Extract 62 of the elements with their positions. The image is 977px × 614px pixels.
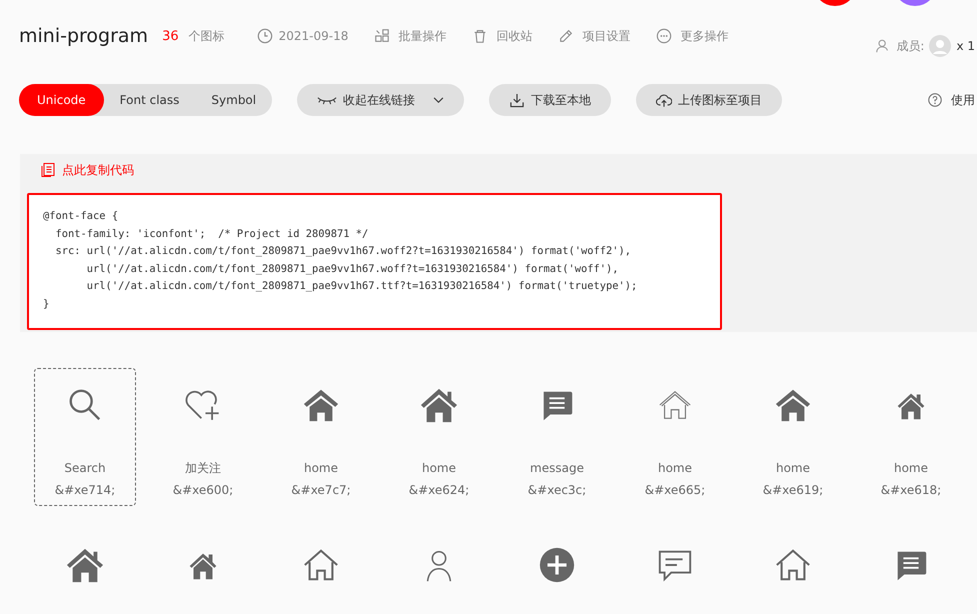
closed-eye-icon [317, 94, 338, 106]
count-label: 个图标 [188, 28, 225, 44]
document-icon [40, 162, 56, 178]
code-line: url('//at.alicdn.com/t/font_2809871_pae9vv1h67.woff?t=1631930216584') format('woff'), [86, 262, 620, 276]
icon-code: &#xe624; [408, 482, 470, 498]
icon-count: 36 [162, 28, 179, 44]
code-line: @font-face { [43, 209, 120, 224]
more-icon [656, 28, 672, 44]
toolbar-button[interactable]: 收起在线链接 [297, 84, 464, 116]
cloud-upload-icon [656, 92, 672, 108]
icon-card[interactable]: home &#xe619; [742, 368, 844, 506]
icon-code: &#xe600; [172, 482, 234, 498]
code-line: font-family: 'iconfont'; /* Project id 2809871 */ [54, 226, 370, 242]
icon-code: &#xe7c7; [291, 482, 351, 498]
plus-circle-icon [538, 546, 576, 584]
icon-card[interactable]: message &#xec3c; [506, 368, 608, 506]
header-action-button[interactable]: 项目设置 [558, 28, 630, 44]
icon-code: &#xec3c; [528, 482, 586, 498]
pencil-icon [558, 28, 574, 44]
icon-name: Search [64, 460, 106, 476]
avatar-icon [929, 35, 952, 57]
help-icon [927, 92, 943, 108]
grid-icon [374, 28, 390, 44]
icon-name: home [422, 460, 456, 476]
copy-code-link[interactable]: 点此复制代码 [20, 160, 134, 180]
code-line: src: url('//at.alicdn.com/t/font_2809871_pae9vv1h67.woff2?t=1631930216584') format('woff2'), [54, 244, 632, 259]
home-icon [66, 546, 104, 584]
members-label: 成员: [896, 38, 924, 54]
members-count: x 1 [956, 39, 975, 53]
code-line: } [43, 296, 50, 312]
icon-code: &#xe619; [762, 482, 824, 498]
icon-card[interactable]: home &#xe7c7; [270, 368, 372, 506]
project-title: mini-program [19, 25, 148, 47]
tab[interactable]: Symbol [195, 84, 272, 116]
icon-code: &#xe714; [54, 482, 116, 498]
icon-card[interactable]: home &#xe624; [388, 368, 490, 506]
icon-name: 加关注 [185, 460, 221, 476]
code-line: url('//at.alicdn.com/t/font_2809871_pae9vv1h67.ttf?t=1631930216584') format('truetype'); [86, 279, 638, 294]
icon-code: &#xe618; [880, 482, 942, 498]
icon-name: message [530, 460, 584, 476]
header-action-button[interactable]: 更多操作 [656, 28, 728, 44]
icon-name: home [776, 460, 810, 476]
header-action-button[interactable]: 回收站 [472, 28, 532, 44]
clock-icon [256, 28, 273, 44]
toolbar-button[interactable]: 下载至本地 [489, 84, 612, 116]
trash-icon [472, 28, 488, 44]
tab[interactable]: Font class [104, 84, 196, 116]
icon-code: &#xe665; [644, 482, 706, 498]
icon-card[interactable]: home &#xe665; [624, 368, 726, 506]
header-action-button[interactable]: 批量操作 [374, 28, 446, 44]
download-icon [509, 92, 526, 108]
icon-name: home [894, 460, 928, 476]
icon-name: home [304, 460, 338, 476]
home-icon [420, 386, 458, 424]
icon-card[interactable]: home &#xe618; [860, 368, 962, 506]
help-link[interactable]: 使用 [951, 92, 975, 108]
toolbar-button[interactable]: 上传图标至项目 [636, 84, 782, 116]
tab[interactable]: Unicode [19, 84, 104, 116]
project-date: 2021-09-18 [278, 29, 348, 43]
icon-card[interactable]: Search &#xe714; [34, 368, 136, 506]
icon-card[interactable]: 加关注 &#xe600; [152, 368, 254, 506]
icon-name: home [658, 460, 692, 476]
